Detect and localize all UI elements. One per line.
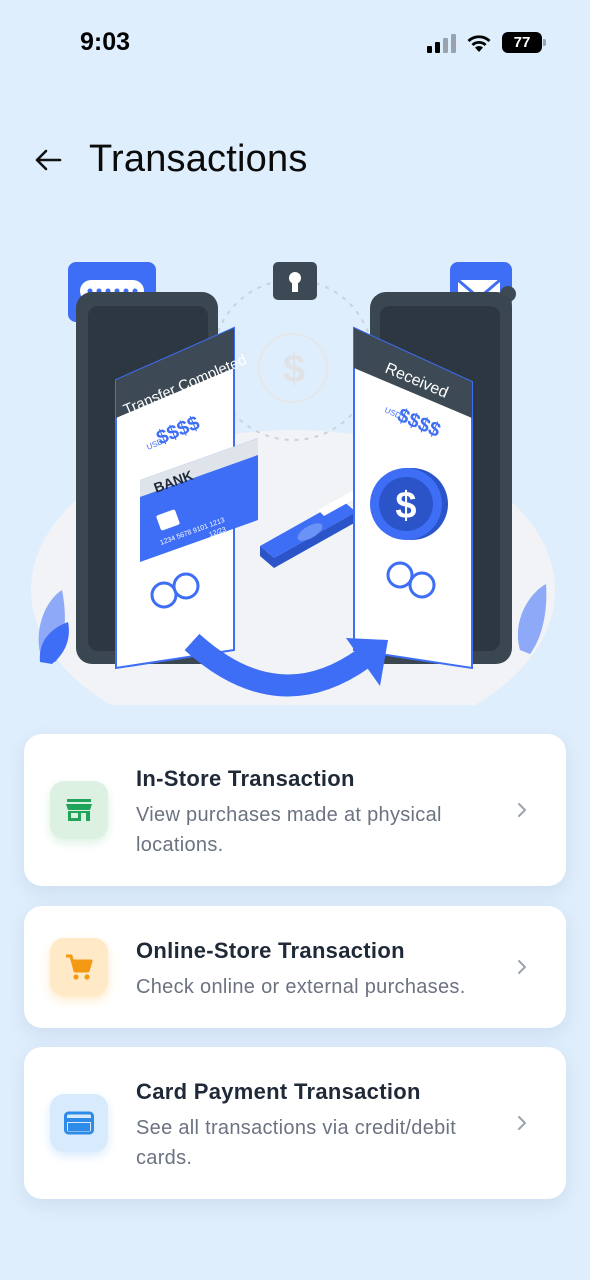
page-title: Transactions — [89, 138, 308, 180]
transfer-illustration: $ Transfer Completed $$$$ USD BANK 1234 … — [28, 250, 562, 750]
status-icons: 77 — [427, 32, 546, 53]
card-icon-wrapper — [50, 1094, 108, 1152]
card-title: Online-Store Transaction — [136, 938, 405, 963]
illustration-svg: $ Transfer Completed $$$$ USD BANK 1234 … — [28, 262, 562, 750]
card-title: Card Payment Transaction — [136, 1079, 421, 1104]
card-icon-wrapper — [50, 781, 108, 839]
back-button[interactable] — [30, 142, 66, 178]
card-description: View purchases made at physical location… — [136, 804, 442, 856]
status-bar: 9:03 77 — [0, 0, 590, 88]
coin-dollar-icon: $ — [395, 485, 416, 527]
chevron-right-icon — [518, 803, 526, 817]
battery-icon: 77 — [502, 32, 546, 53]
signal-icon — [427, 33, 456, 53]
battery-level: 77 — [513, 34, 531, 51]
cart-icon — [66, 954, 93, 980]
card-icon-wrapper — [50, 938, 108, 996]
wifi-icon — [467, 34, 491, 52]
status-time: 9:03 — [80, 28, 131, 56]
card-title: In-Store Transaction — [136, 766, 355, 791]
header: Transactions — [0, 120, 590, 204]
online-store-transaction-card[interactable]: Online-Store Transaction Check online or… — [24, 906, 566, 1028]
card-description: Check online or external purchases. — [136, 976, 466, 998]
store-icon — [66, 799, 92, 821]
dollar-watermark-icon: $ — [283, 347, 305, 391]
card-payment-transaction-card[interactable]: Card Payment Transaction See all transac… — [24, 1047, 566, 1199]
chevron-right-icon — [518, 960, 526, 974]
credit-card-icon — [64, 1111, 94, 1135]
arrow-left-icon — [35, 149, 62, 171]
in-store-transaction-card[interactable]: In-Store Transaction View purchases made… — [24, 734, 566, 886]
chevron-right-icon — [518, 1116, 526, 1130]
card-description: See all transactions via credit/debit ca… — [136, 1117, 457, 1169]
